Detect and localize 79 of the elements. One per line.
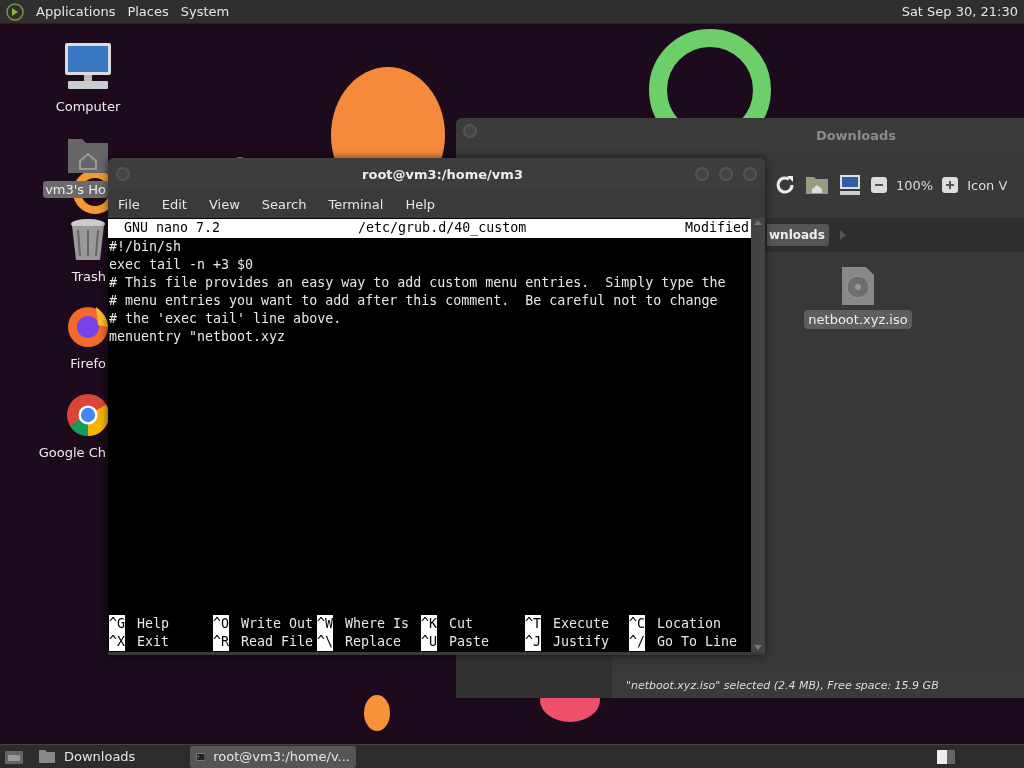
chrome-icon — [66, 392, 110, 438]
menu-item[interactable]: Search — [261, 196, 307, 212]
scroll-down-icon[interactable] — [754, 645, 762, 650]
shortcut-label: Replace — [345, 633, 402, 651]
code-line: # the 'exec tail' line above. — [109, 310, 343, 328]
panel-menu[interactable]: Applications — [36, 4, 116, 19]
panel-menu[interactable]: Places — [127, 4, 169, 19]
shortcut-key: ^J — [525, 633, 541, 651]
shortcut-key: ^\ — [317, 633, 333, 651]
distro-logo-icon — [6, 2, 24, 21]
reload-icon[interactable] — [774, 174, 796, 196]
code-line: menuentry "netboot.xyz — [109, 328, 287, 346]
zoom-out-icon[interactable] — [871, 177, 887, 193]
desktop-icon-label[interactable]: Computer — [53, 98, 123, 115]
shortcut-key: ^W — [317, 615, 333, 633]
home-folder-icon[interactable] — [805, 175, 829, 195]
desktop-icon-label[interactable]: Firefo — [68, 355, 108, 372]
window-title: root@vm3:/home/vm3 — [361, 166, 524, 182]
firefox-icon — [66, 305, 110, 349]
shortcut-label: Justify — [553, 633, 610, 651]
shortcut-key: ^U — [421, 633, 437, 651]
shortcut-key: ^K — [421, 615, 437, 633]
shortcut-key: ^C — [629, 615, 645, 633]
window-button[interactable] — [463, 124, 477, 138]
menu-item[interactable]: Terminal — [328, 196, 384, 212]
code-line: exec tail -n +3 $0 — [109, 256, 255, 274]
menu-item[interactable]: File — [118, 196, 140, 212]
taskbar-button[interactable]: root@vm3:/home/v... — [190, 745, 356, 768]
zoom-in-icon[interactable] — [942, 177, 959, 193]
shortcut-key: ^/ — [629, 633, 645, 651]
menu-item[interactable]: Edit — [161, 196, 187, 212]
shortcut-key: ^T — [525, 615, 541, 633]
shortcut-label: Cut — [449, 615, 474, 633]
shortcut-label: Paste — [449, 633, 490, 651]
window-button[interactable] — [695, 167, 709, 181]
menu-item[interactable]: Help — [405, 196, 436, 212]
workspace-switcher-icon[interactable] — [936, 748, 956, 765]
shortcut-key: ^R — [213, 633, 229, 651]
code-line: # This file provides an easy way to add custom menu entries. Simply type the — [109, 274, 727, 292]
shortcut-label: Go To Line — [657, 633, 738, 651]
view-mode-selector[interactable]: Icon V — [967, 177, 1008, 193]
scroll-up-icon[interactable] — [754, 220, 762, 225]
desktop-icon-label[interactable]: Trash — [69, 268, 108, 285]
shortcut-label: Read File — [241, 633, 314, 651]
window-title: Downloads — [815, 127, 897, 143]
code-line: #!/bin/sh — [109, 238, 183, 256]
scrollbar[interactable] — [751, 218, 765, 652]
shortcut-label: Write Out — [241, 615, 314, 633]
code-line: # menu entries you want to add after this comment. Be careful not to change — [109, 292, 719, 310]
computer-icon[interactable] — [838, 174, 862, 196]
zoom-level: 100% — [896, 177, 934, 193]
computer-icon — [62, 40, 114, 92]
file-name[interactable]: netboot.xyz.iso — [804, 310, 912, 329]
wallpaper-bubble — [364, 695, 390, 731]
disc-image-file-icon[interactable] — [840, 266, 876, 306]
path-button[interactable]: wnloads — [767, 224, 829, 246]
desktop-icon-label[interactable]: Google Ch — [36, 444, 108, 461]
shortcut-label: Exit — [137, 633, 170, 651]
shortcut-label: Where Is — [345, 615, 410, 633]
modified-status: Modified — [684, 219, 749, 237]
file-path: /etc/grub.d/40_custom — [358, 219, 527, 238]
window-button[interactable] — [116, 167, 130, 181]
shortcut-label: Location — [657, 615, 722, 633]
nano-version: GNU nano 7.2 — [124, 219, 221, 237]
panel-menu[interactable]: System — [180, 4, 230, 19]
folder-icon — [38, 749, 56, 764]
trash-icon — [68, 218, 108, 262]
window-button[interactable] — [743, 167, 757, 181]
clock[interactable]: Sat Sep 30, 21:30 — [901, 4, 1018, 19]
desktop-icon-label[interactable]: vm3's Ho — [43, 181, 108, 198]
shortcut-key: ^X — [109, 633, 125, 651]
shortcut-key: ^O — [213, 615, 229, 633]
menu-item[interactable]: View — [208, 196, 240, 212]
shortcut-label: Execute — [553, 615, 610, 633]
shortcut-key: ^G — [109, 615, 125, 633]
shortcut-label: Help — [137, 615, 170, 633]
taskbar-button[interactable]: Downloads — [32, 745, 182, 768]
caret-icon[interactable] — [838, 229, 847, 241]
window-button[interactable] — [719, 167, 733, 181]
